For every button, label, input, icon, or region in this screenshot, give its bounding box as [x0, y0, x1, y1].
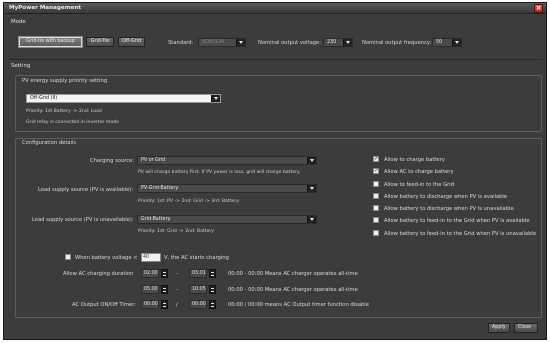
power-management-window: MyPower Management × Mode Grid-tie with … — [3, 2, 547, 340]
allow-battery-feed-pv-checkbox[interactable] — [373, 217, 379, 223]
spinner-icon[interactable] — [209, 300, 216, 309]
allow-feed-grid-label: Allow to feed-in to the Grid — [384, 182, 455, 188]
load-source-nopv-label: Load supply source (PV is unavailable): — [32, 217, 134, 223]
spinner-icon[interactable] — [161, 300, 168, 309]
load-source-nopv-select[interactable]: Grid-Battery — [137, 215, 317, 224]
allow-battery-feed-nopv-checkbox[interactable] — [373, 230, 379, 236]
chevron-down-icon — [307, 157, 316, 164]
standard-value: VDE0126 — [202, 40, 225, 45]
divider — [9, 59, 543, 60]
ac-charging-start-2-input[interactable]: 05:00 — [141, 285, 159, 294]
load-source-pv-note: Priority: 1st: PV -> 2nd: Grid -> 3rd: B… — [138, 199, 239, 204]
setting-section-label: Setting — [11, 63, 31, 69]
nominal-voltage-select[interactable]: 230 — [323, 38, 353, 47]
ac-charging-note-2: 00:00 - 00:00 Means AC charger operates … — [228, 287, 358, 293]
battery-voltage-checkbox[interactable] — [65, 254, 71, 260]
ac-charging-start-1-input[interactable]: 02:00 — [141, 269, 159, 278]
mode-button-off-grid[interactable]: Off-Grid — [118, 37, 145, 47]
nominal-voltage-label: Nominal output voltage: — [258, 40, 321, 46]
allow-discharge-nopv-checkbox[interactable] — [373, 205, 379, 211]
battery-voltage-suffix: V, the AC starts charging — [164, 255, 229, 261]
chevron-down-icon — [307, 185, 316, 192]
chevron-down-icon — [307, 216, 316, 223]
mode-section-label: Mode — [11, 19, 26, 25]
charging-source-label: Charging source: — [90, 158, 135, 164]
close-button[interactable]: Close — [514, 323, 538, 333]
ac-output-note: 00:00 / 00:00 means AC Output timer func… — [228, 302, 369, 308]
pv-priority-value: Off-Grid (II) — [30, 96, 58, 101]
ac-output-timer-label: AC Output ON/Off Timer: — [72, 302, 136, 308]
allow-ac-charge-label: Allow AC to charge battery — [384, 169, 454, 175]
ac-charging-end-2-input[interactable]: 10:05 — [189, 285, 207, 294]
load-source-pv-select[interactable]: PV-Grid-Battery — [137, 184, 317, 193]
charging-source-select[interactable]: PV or Grid — [137, 156, 317, 165]
nominal-frequency-select[interactable]: 50 — [432, 38, 462, 47]
load-source-pv-value: PV-Grid-Battery — [141, 186, 179, 191]
chevron-down-icon — [343, 39, 352, 46]
pv-priority-select[interactable]: Off-Grid (II) — [26, 94, 221, 103]
standard-label: Standard: — [168, 40, 194, 46]
load-source-pv-label: Load supply source (PV is available): — [38, 187, 134, 193]
battery-voltage-input[interactable]: 40 — [141, 253, 161, 262]
charging-source-note: PV will charge battery first. If PV powe… — [138, 170, 301, 175]
ac-charging-note-1: 00:00 - 00:00 Means AC charger operates … — [228, 271, 358, 277]
ac-charging-separator-1: - — [176, 271, 178, 277]
allow-ac-charge-checkbox[interactable] — [373, 167, 379, 174]
allow-charge-battery-label: Allow to charge battery — [384, 157, 445, 163]
load-source-nopv-note: Priority: 1st: Grid -> 2nd: Battery — [138, 229, 214, 234]
mode-button-grid-tie-backup[interactable]: Grid-tie with backup — [18, 36, 83, 48]
allow-discharge-pv-checkbox[interactable] — [373, 193, 379, 199]
allow-discharge-nopv-label: Allow battery to discharge when PV is un… — [384, 206, 514, 212]
title-bar[interactable]: MyPower Management × — [4, 3, 546, 14]
nominal-frequency-label: Nominal output frequency: — [362, 40, 432, 46]
window-title: MyPower Management — [9, 5, 81, 11]
standard-select[interactable]: VDE0126 — [198, 38, 246, 47]
configuration-label: Configuration details — [22, 140, 77, 146]
grid-relay-text: Grid relay is connected in inverter mode — [26, 120, 119, 125]
allow-feed-grid-checkbox[interactable] — [373, 181, 379, 187]
spinner-icon[interactable] — [209, 269, 216, 278]
allow-battery-feed-nopv-label: Allow battery to feed-in to the Grid whe… — [384, 231, 537, 237]
close-icon[interactable]: × — [534, 4, 543, 13]
load-source-nopv-value: Grid-Battery — [141, 217, 171, 222]
allow-discharge-pv-label: Allow battery to discharge when PV is av… — [384, 194, 508, 200]
nominal-frequency-value: 50 — [436, 40, 443, 45]
chevron-down-icon — [211, 95, 220, 102]
allow-charge-battery-checkbox[interactable] — [373, 155, 379, 162]
mode-button-grid-tie[interactable]: Grid-Tie — [86, 37, 114, 47]
spinner-icon[interactable] — [161, 269, 168, 278]
battery-voltage-prefix: When battery voltage < — [75, 255, 138, 261]
ac-output-separator: / — [176, 302, 178, 308]
ac-output-start-input[interactable]: 00:00 — [141, 300, 159, 309]
apply-button[interactable]: Apply — [488, 323, 510, 333]
chevron-down-icon — [236, 39, 245, 46]
ac-output-end-input[interactable]: 00:00 — [189, 300, 207, 309]
ac-charging-separator-2: - — [176, 287, 178, 293]
spinner-icon[interactable] — [161, 285, 168, 294]
pv-priority-label: PV energy supply priority setting — [22, 78, 108, 84]
pv-priority-order-text: Priority: 1st Battery -> 2nd: Load — [26, 109, 102, 114]
chevron-down-icon — [452, 39, 461, 46]
nominal-voltage-value: 230 — [327, 40, 337, 45]
allow-battery-feed-pv-label: Allow battery to feed-in to the Grid whe… — [384, 218, 530, 224]
spinner-icon[interactable] — [209, 285, 216, 294]
charging-source-value: PV or Grid — [141, 158, 166, 163]
ac-charging-end-1-input[interactable]: 03:01 — [189, 269, 207, 278]
ac-charging-duration-label: Allow AC charging duration — [63, 271, 134, 277]
